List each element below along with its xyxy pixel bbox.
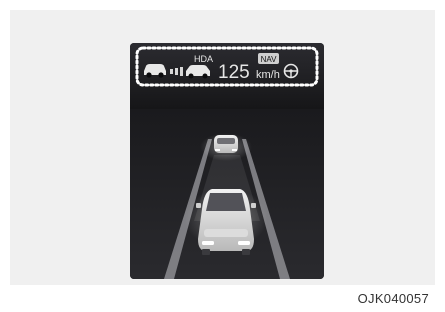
cluster-graphic: HDA 125 NAV km/h [130,43,324,279]
nav-badge-label: NAV [261,55,278,64]
speed-unit: km/h [256,69,280,81]
lead-car-icon [200,133,252,161]
image-code-caption: OJK040057 [357,291,429,306]
instrument-cluster-display: HDA 125 NAV km/h [130,43,324,279]
set-speed-value: 125 [218,62,250,83]
hda-label: HDA [194,54,213,64]
